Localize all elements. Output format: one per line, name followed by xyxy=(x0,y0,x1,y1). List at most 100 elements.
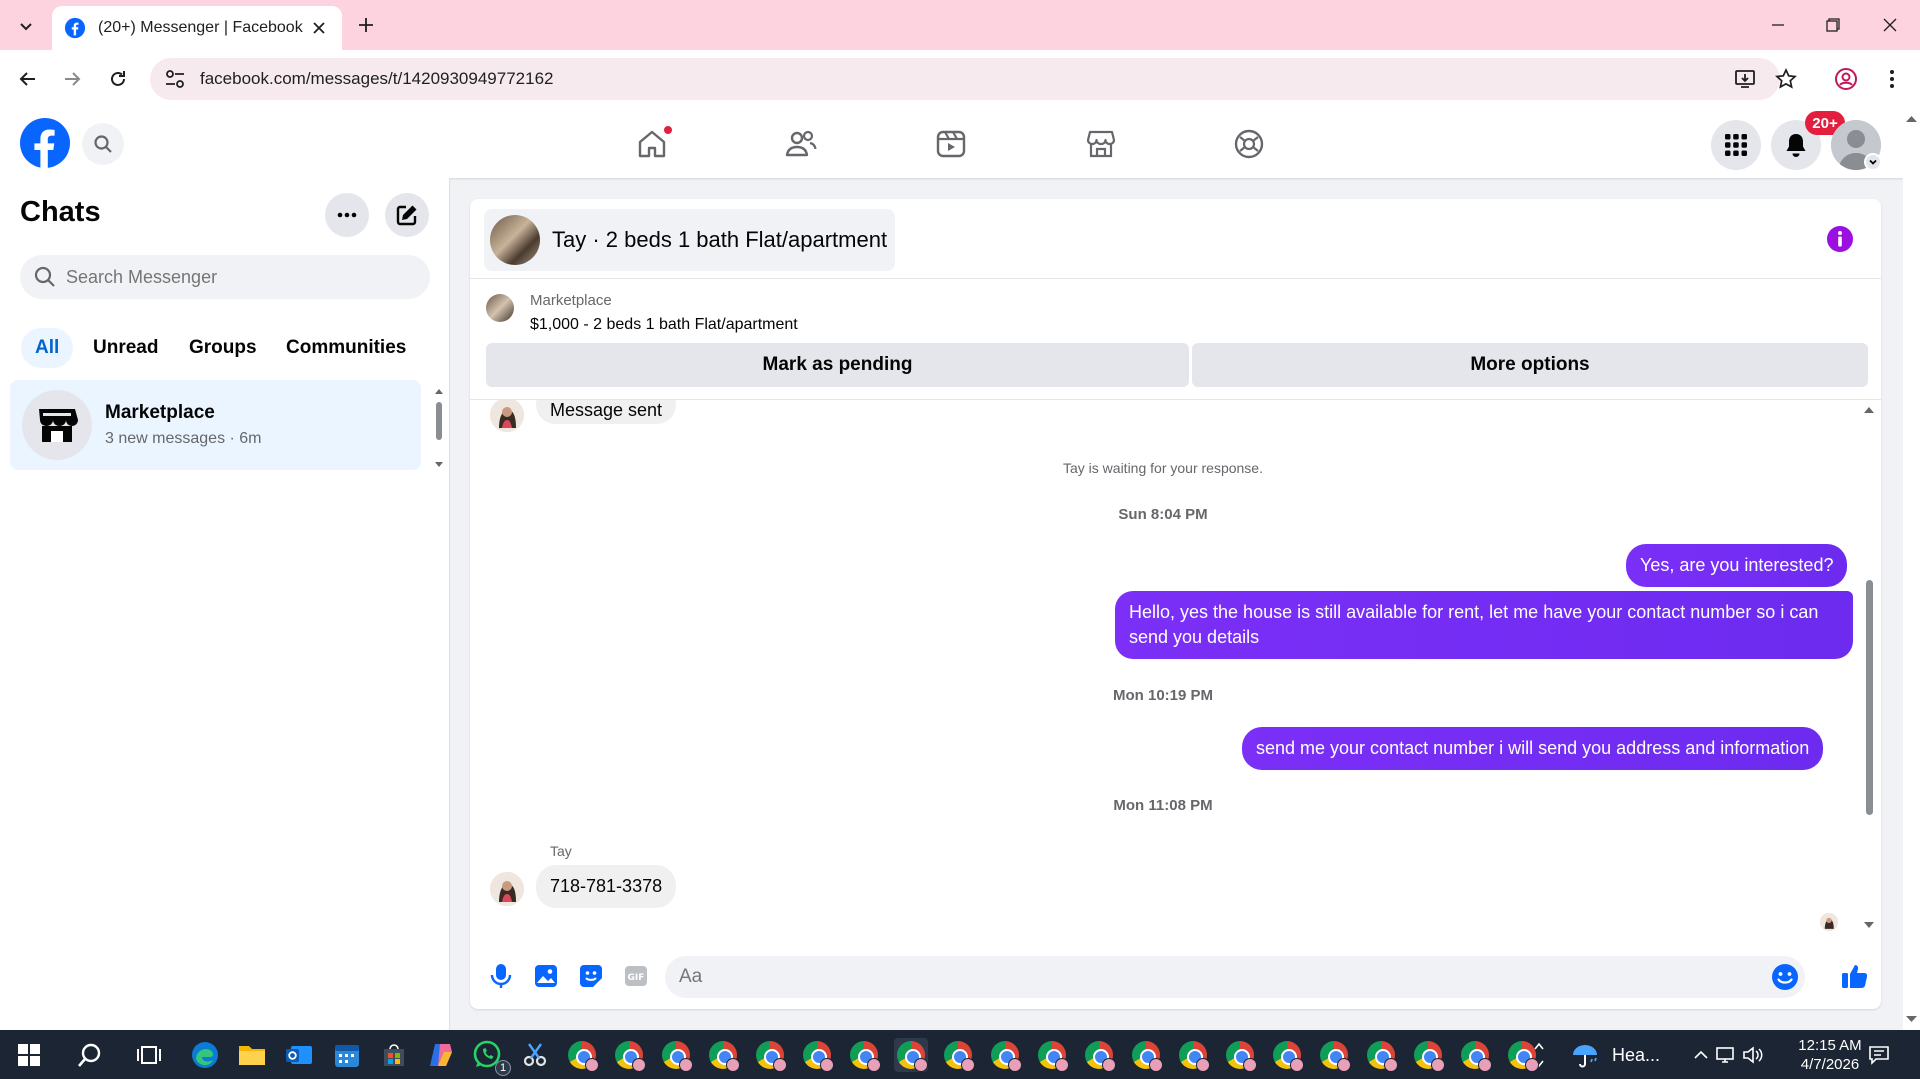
message-thread-scrollbar[interactable] xyxy=(1862,400,1876,935)
more-options-button[interactable]: More options xyxy=(1192,343,1868,387)
chat-list-item[interactable]: Marketplace 3 new messages · 6m xyxy=(10,380,421,470)
chrome-app[interactable] xyxy=(1035,1038,1069,1072)
chrome-icon xyxy=(850,1041,881,1072)
chrome-app[interactable] xyxy=(659,1038,693,1072)
chrome-app[interactable] xyxy=(1176,1038,1210,1072)
forward-button[interactable] xyxy=(56,63,88,95)
message-incoming[interactable]: 718-781-3378 xyxy=(536,865,677,908)
chats-options-button[interactable] xyxy=(325,193,369,237)
nav-gaming[interactable] xyxy=(1227,124,1271,164)
address-bar[interactable]: facebook.com/messages/t/1420930949772162 xyxy=(150,58,1780,100)
nav-marketplace[interactable] xyxy=(1079,124,1123,164)
chrome-app[interactable] xyxy=(1270,1038,1304,1072)
voice-clip-button[interactable] xyxy=(484,959,518,993)
chrome-app-active[interactable] xyxy=(894,1038,928,1072)
mark-as-pending-button[interactable]: Mark as pending xyxy=(486,343,1189,387)
sticker-button[interactable] xyxy=(574,959,608,993)
chrome-app[interactable] xyxy=(1223,1038,1257,1072)
chrome-icon xyxy=(803,1041,834,1072)
store-app[interactable] xyxy=(377,1038,411,1072)
nav-video[interactable] xyxy=(929,124,973,164)
listing-price-title[interactable]: $1,000 - 2 beds 1 bath Flat/apartment xyxy=(530,316,798,334)
message-input-box[interactable] xyxy=(665,956,1805,998)
snipping-tool-app[interactable] xyxy=(518,1038,552,1072)
file-explorer-app[interactable] xyxy=(235,1038,269,1072)
chrome-app[interactable] xyxy=(565,1038,599,1072)
install-app-button[interactable] xyxy=(1729,63,1761,95)
volume-button[interactable] xyxy=(1736,1038,1770,1072)
chrome-icon xyxy=(1226,1041,1257,1072)
windows-taskbar: 1 Hea... 12:15 AM 4/7/2026 xyxy=(0,1030,1920,1079)
close-window-button[interactable] xyxy=(1872,10,1908,40)
chat-list-scrollbar[interactable] xyxy=(432,386,446,470)
chrome-app[interactable] xyxy=(941,1038,975,1072)
search-taskbar-button[interactable] xyxy=(73,1038,107,1072)
chrome-app[interactable] xyxy=(1411,1038,1445,1072)
restore-button[interactable] xyxy=(1815,10,1851,40)
filter-communities[interactable]: Communities xyxy=(272,328,420,368)
chrome-icon xyxy=(662,1041,693,1072)
chrome-app[interactable] xyxy=(1364,1038,1398,1072)
browser-tab-messenger[interactable]: (20+) Messenger | Facebook xyxy=(52,6,342,50)
new-tab-button[interactable] xyxy=(353,12,379,38)
back-button[interactable] xyxy=(12,63,44,95)
copilot-app[interactable] xyxy=(424,1038,458,1072)
browser-menu-button[interactable] xyxy=(1876,63,1908,95)
bookmark-button[interactable] xyxy=(1770,63,1802,95)
facebook-search-button[interactable] xyxy=(82,123,124,165)
message-input[interactable] xyxy=(679,966,1739,988)
chrome-app[interactable] xyxy=(1082,1038,1116,1072)
new-message-button[interactable] xyxy=(385,193,429,237)
nav-friends[interactable] xyxy=(779,124,823,164)
tab-search-button[interactable] xyxy=(12,12,40,40)
notification-center-button[interactable] xyxy=(1862,1038,1896,1072)
site-settings-icon[interactable] xyxy=(164,68,186,90)
chrome-app[interactable] xyxy=(1458,1038,1492,1072)
message-outgoing[interactable]: send me your contact number i will send … xyxy=(1242,727,1824,770)
mail-icon xyxy=(286,1046,312,1064)
chrome-app[interactable] xyxy=(1129,1038,1163,1072)
chrome-app[interactable] xyxy=(988,1038,1022,1072)
message-incoming-partial[interactable]: Message sent xyxy=(536,400,677,424)
conversation-title: Tay · 2 beds 1 bath Flat/apartment xyxy=(552,227,888,252)
outlook-app[interactable] xyxy=(282,1038,316,1072)
chrome-app[interactable] xyxy=(847,1038,881,1072)
gif-button[interactable]: GIF xyxy=(619,959,653,993)
page-scrollbar[interactable] xyxy=(1903,108,1920,1030)
weather-widget[interactable]: Hea... xyxy=(1570,1038,1660,1072)
chrome-icon xyxy=(615,1041,646,1072)
chrome-app[interactable] xyxy=(1317,1038,1351,1072)
menu-grid-button[interactable] xyxy=(1711,120,1761,170)
message-outgoing[interactable]: Hello, yes the house is still available … xyxy=(1115,591,1853,659)
account-menu-chevron[interactable] xyxy=(1864,153,1882,171)
messenger-search-input[interactable] xyxy=(66,266,406,288)
chrome-app[interactable] xyxy=(612,1038,646,1072)
chrome-app[interactable] xyxy=(753,1038,787,1072)
whatsapp-app[interactable]: 1 xyxy=(471,1038,511,1076)
reload-button[interactable] xyxy=(102,63,134,95)
info-icon[interactable] xyxy=(1826,225,1854,253)
browser-toolbar: facebook.com/messages/t/1420930949772162 xyxy=(0,50,1920,108)
timestamp-divider: Mon 10:19 PM xyxy=(1112,687,1214,704)
chrome-app[interactable] xyxy=(800,1038,834,1072)
filter-all[interactable]: All xyxy=(21,328,74,368)
minimize-button[interactable] xyxy=(1760,10,1796,40)
filter-groups[interactable]: Groups xyxy=(175,328,271,368)
calendar-app[interactable] xyxy=(330,1038,364,1072)
attach-photo-button[interactable] xyxy=(529,959,563,993)
chrome-app[interactable] xyxy=(706,1038,740,1072)
start-button[interactable] xyxy=(12,1038,46,1072)
profile-button[interactable] xyxy=(1830,63,1862,95)
message-outgoing[interactable]: Yes, are you interested? xyxy=(1626,544,1848,587)
send-like-button[interactable] xyxy=(1838,959,1872,993)
conversation-title-button[interactable]: Tay · 2 beds 1 bath Flat/apartment xyxy=(484,209,896,271)
search-icon xyxy=(78,1043,101,1067)
edge-app[interactable] xyxy=(188,1038,222,1072)
tab-close-button[interactable] xyxy=(308,17,330,39)
filter-unread[interactable]: Unread xyxy=(79,328,172,368)
facebook-logo-icon[interactable] xyxy=(20,118,70,168)
close-icon xyxy=(1883,18,1897,32)
emoji-icon[interactable] xyxy=(1771,963,1799,991)
task-view-button[interactable] xyxy=(132,1038,166,1072)
messenger-search[interactable] xyxy=(20,255,430,299)
